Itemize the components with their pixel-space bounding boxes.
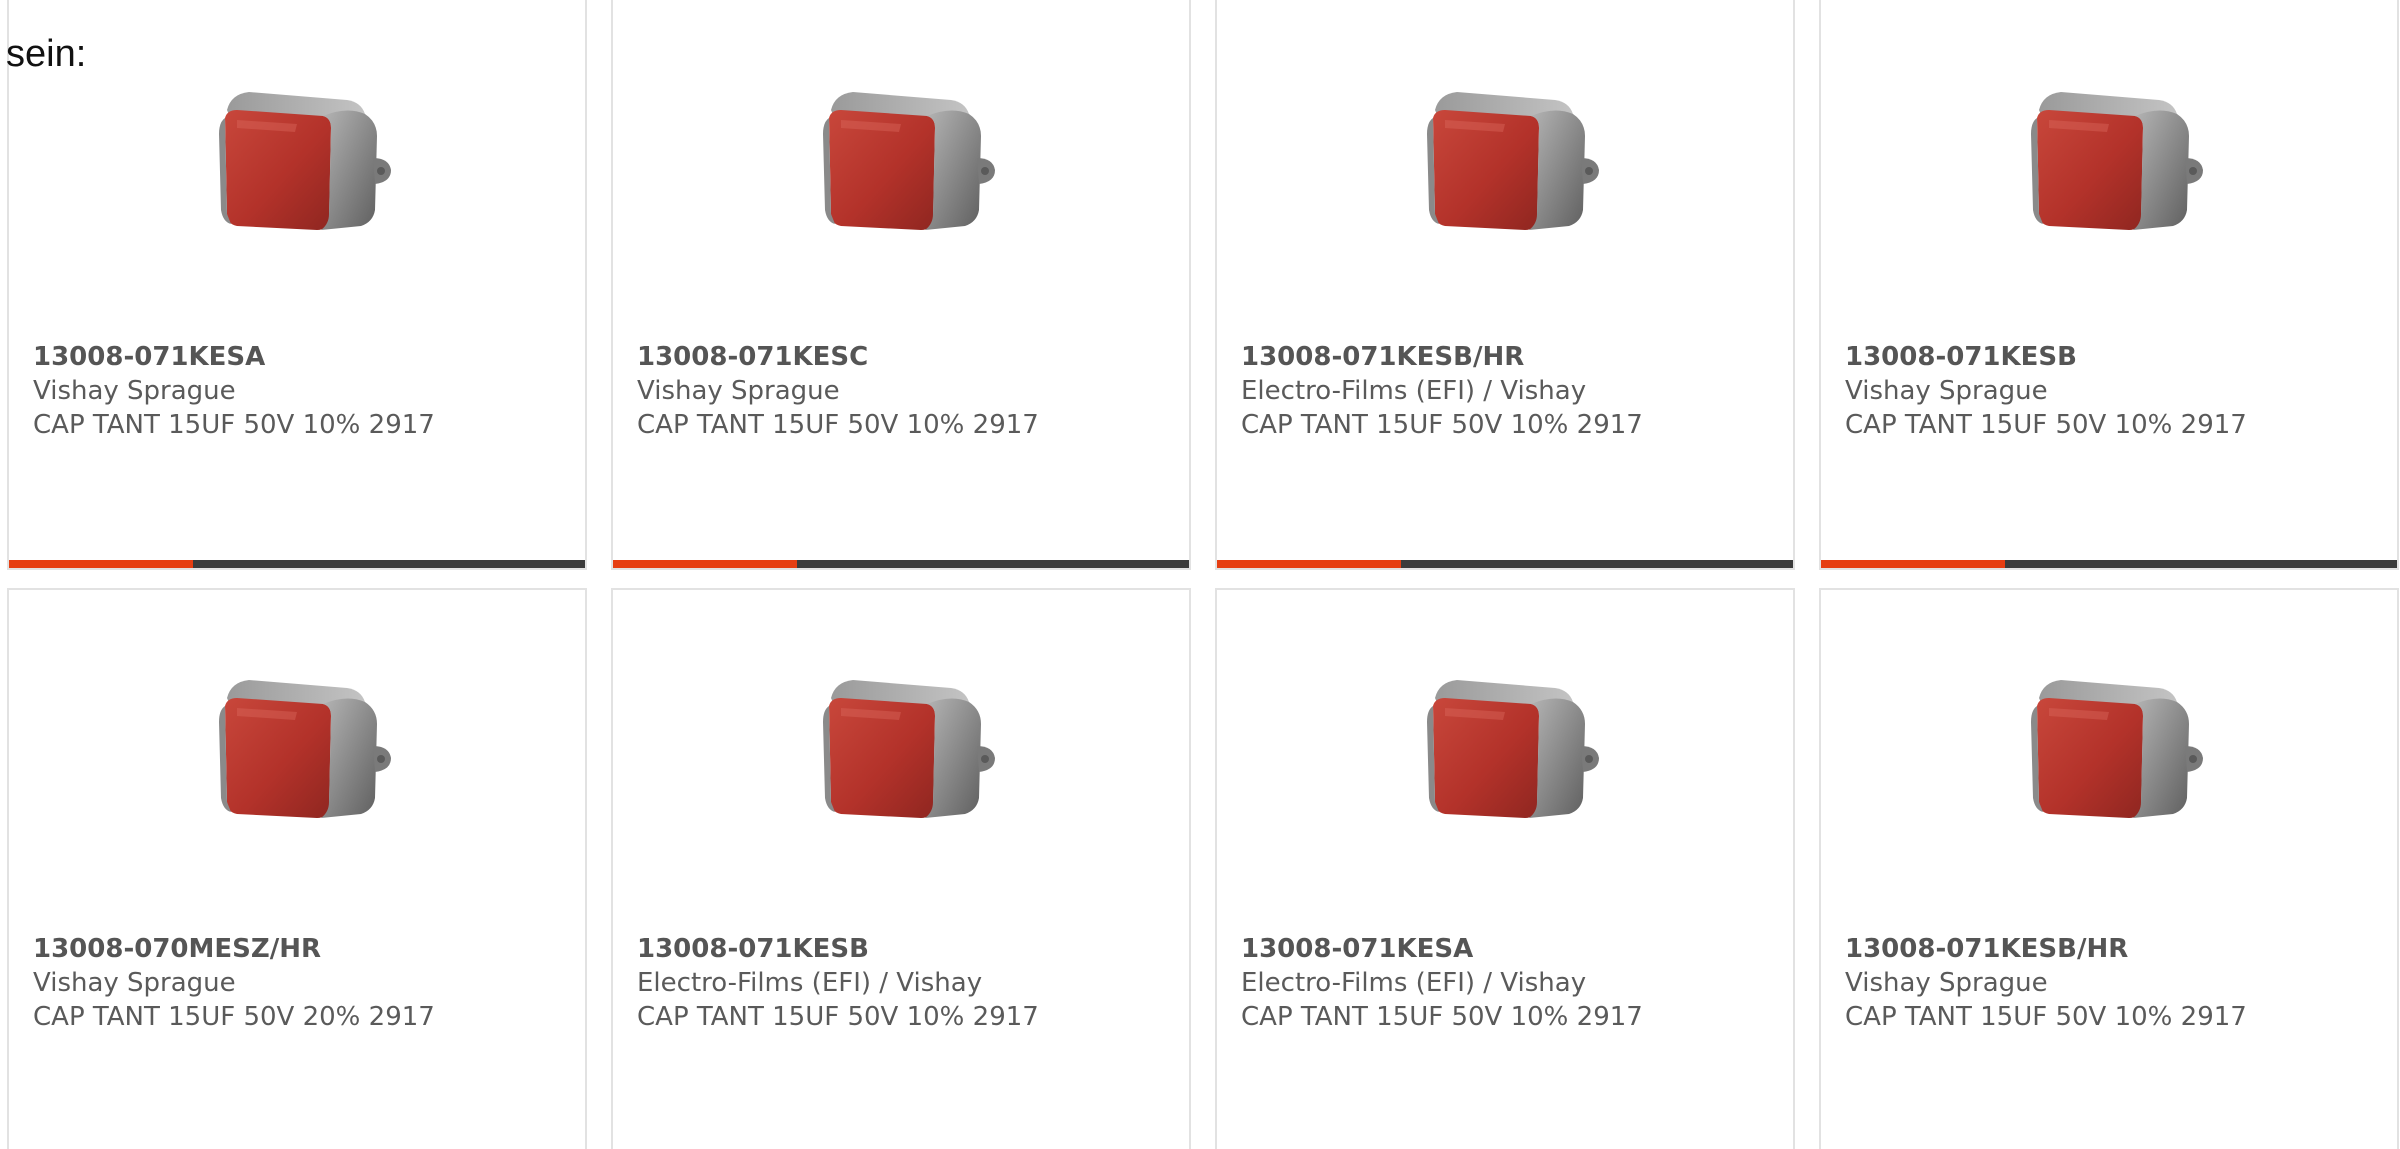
manufacturer-name: Electro-Films (EFI) / Vishay: [637, 968, 983, 998]
product-grid: 13008-071KESA Vishay Sprague CAP TANT 15…: [7, 0, 2400, 1149]
product-info: 13008-071KESB Electro-Films (EFI) / Vish…: [637, 932, 1179, 1034]
product-card[interactable]: 13008-070MESZ/HR Vishay Sprague CAP TANT…: [7, 588, 587, 1149]
tantalum-capacitor-photo-icon: [219, 680, 391, 818]
product-card[interactable]: 13008-071KESB/HR Electro-Films (EFI) / V…: [1215, 0, 1795, 570]
tantalum-capacitor-photo-icon: [2031, 92, 2203, 230]
product-description: CAP TANT 15UF 50V 10% 2917: [1845, 410, 2247, 440]
manufacturer-name: Electro-Films (EFI) / Vishay: [1241, 968, 1587, 998]
product-info: 13008-071KESB Vishay Sprague CAP TANT 15…: [1845, 340, 2387, 442]
product-info: 13008-071KESA Electro-Films (EFI) / Vish…: [1241, 932, 1783, 1034]
card-progress-fill: [1821, 560, 2006, 568]
card-progress-fill: [1217, 560, 1402, 568]
part-number-link[interactable]: 13008-071KESB/HR: [1845, 932, 2387, 966]
part-number-link[interactable]: 13008-071KESB: [637, 932, 1179, 966]
product-info: 13008-071KESC Vishay Sprague CAP TANT 15…: [637, 340, 1179, 442]
product-description: CAP TANT 15UF 50V 10% 2917: [1845, 1002, 2247, 1032]
manufacturer-name: Electro-Films (EFI) / Vishay: [1241, 376, 1587, 406]
product-description: CAP TANT 15UF 50V 10% 2917: [637, 410, 1039, 440]
tantalum-capacitor-photo-icon: [1427, 680, 1599, 818]
part-number-link[interactable]: 13008-071KESA: [33, 340, 575, 374]
product-card[interactable]: 13008-071KESA Electro-Films (EFI) / Vish…: [1215, 588, 1795, 1149]
capacitor-image: [197, 70, 397, 270]
product-card[interactable]: 13008-071KESB/HR Vishay Sprague CAP TANT…: [1819, 588, 2399, 1149]
card-progress-fill: [9, 560, 194, 568]
product-description: CAP TANT 15UF 50V 10% 2917: [1241, 1002, 1643, 1032]
product-card[interactable]: 13008-071KESC Vishay Sprague CAP TANT 15…: [611, 0, 1191, 570]
product-description: CAP TANT 15UF 50V 10% 2917: [1241, 410, 1643, 440]
part-number-link[interactable]: 13008-071KESA: [1241, 932, 1783, 966]
product-description: CAP TANT 15UF 50V 10% 2917: [33, 410, 435, 440]
part-number-link[interactable]: 13008-071KESB: [1845, 340, 2387, 374]
part-number-link[interactable]: 13008-070MESZ/HR: [33, 932, 575, 966]
manufacturer-name: Vishay Sprague: [33, 968, 236, 998]
capacitor-image: [801, 70, 1001, 270]
product-description: CAP TANT 15UF 50V 10% 2917: [637, 1002, 1039, 1032]
manufacturer-name: Vishay Sprague: [33, 376, 236, 406]
product-listing-page: sein: 13008-071KESA Vishay Sprague CAP T…: [0, 0, 2400, 1149]
product-info: 13008-071KESB/HR Vishay Sprague CAP TANT…: [1845, 932, 2387, 1034]
product-info: 13008-071KESA Vishay Sprague CAP TANT 15…: [33, 340, 575, 442]
part-number-link[interactable]: 13008-071KESC: [637, 340, 1179, 374]
tantalum-capacitor-photo-icon: [823, 92, 995, 230]
tantalum-capacitor-photo-icon: [1427, 92, 1599, 230]
capacitor-image: [1405, 658, 1605, 858]
manufacturer-name: Vishay Sprague: [1845, 968, 2048, 998]
product-description: CAP TANT 15UF 50V 20% 2917: [33, 1002, 435, 1032]
card-progress-bar: [9, 560, 585, 568]
capacitor-image: [1405, 70, 1605, 270]
card-progress-bar: [1217, 560, 1793, 568]
card-progress-fill: [613, 560, 798, 568]
capacitor-image: [2009, 70, 2209, 270]
manufacturer-name: Vishay Sprague: [637, 376, 840, 406]
capacitor-image: [801, 658, 1001, 858]
tantalum-capacitor-photo-icon: [219, 92, 391, 230]
product-info: 13008-071KESB/HR Electro-Films (EFI) / V…: [1241, 340, 1783, 442]
capacitor-image: [197, 658, 397, 858]
product-card[interactable]: 13008-071KESB Electro-Films (EFI) / Vish…: [611, 588, 1191, 1149]
manufacturer-name: Vishay Sprague: [1845, 376, 2048, 406]
tantalum-capacitor-photo-icon: [2031, 680, 2203, 818]
product-card[interactable]: 13008-071KESA Vishay Sprague CAP TANT 15…: [7, 0, 587, 570]
product-card[interactable]: 13008-071KESB Vishay Sprague CAP TANT 15…: [1819, 0, 2399, 570]
card-progress-bar: [1821, 560, 2397, 568]
capacitor-image: [2009, 658, 2209, 858]
intro-text: sein:: [6, 33, 87, 75]
card-progress-bar: [613, 560, 1189, 568]
product-info: 13008-070MESZ/HR Vishay Sprague CAP TANT…: [33, 932, 575, 1034]
tantalum-capacitor-photo-icon: [823, 680, 995, 818]
part-number-link[interactable]: 13008-071KESB/HR: [1241, 340, 1783, 374]
